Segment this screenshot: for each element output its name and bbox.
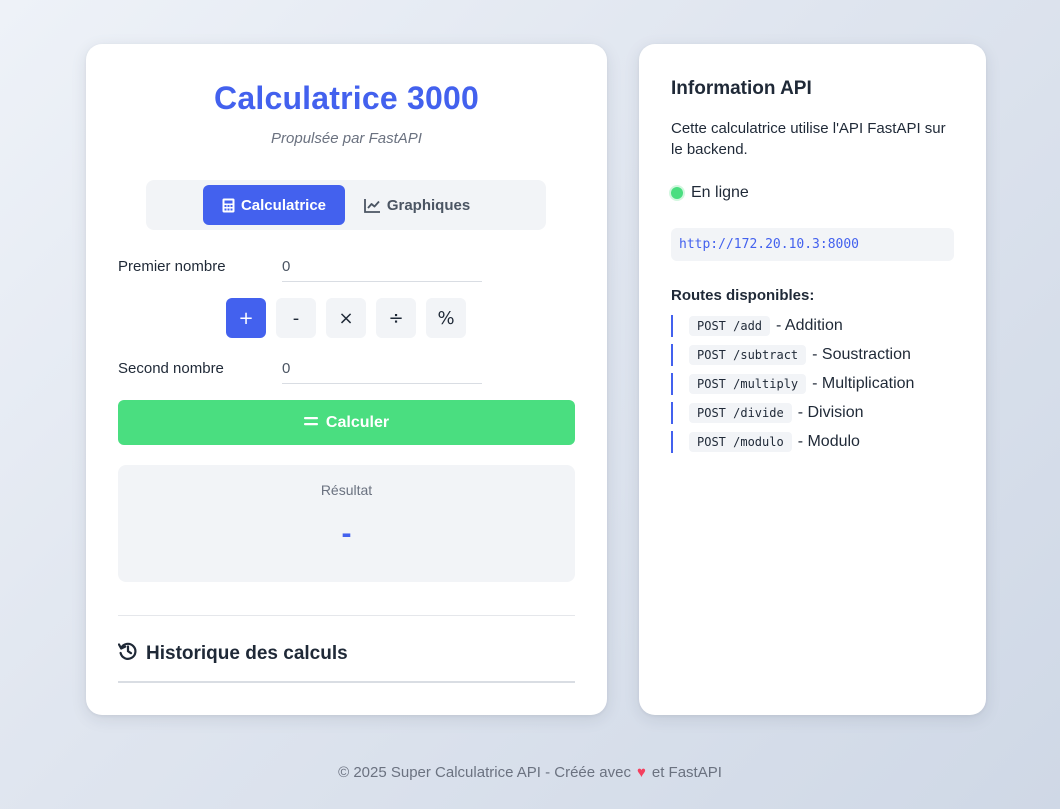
api-info-title: Information API: [671, 78, 812, 99]
route-item: POST /divide - Division: [671, 402, 864, 424]
route-endpoint: POST /add: [689, 316, 771, 336]
api-status-label: En ligne: [691, 184, 749, 201]
route-description: - Multiplication: [812, 375, 915, 392]
route-description: - Soustraction: [812, 346, 911, 363]
second-number-input[interactable]: [282, 354, 482, 384]
route-item: POST /add - Addition: [671, 315, 843, 337]
route-endpoint: POST /divide: [689, 403, 792, 423]
heart-icon: ♥: [636, 764, 646, 781]
route-description: - Division: [797, 404, 864, 421]
footer: © 2025 Super Calculatrice API - Créée av…: [0, 764, 1060, 781]
history-title: Historique des calculs: [146, 643, 348, 664]
result-value: -: [341, 517, 352, 550]
api-url: http://172.20.10.3:8000: [671, 228, 954, 261]
tab-calculator[interactable]: Calculatrice: [203, 185, 345, 225]
second-number-label: Second nombre: [118, 360, 224, 377]
history-heading: Historique des calculs: [117, 641, 348, 667]
routes-title: Routes disponibles:: [671, 287, 815, 304]
tab-charts[interactable]: Graphiques: [351, 185, 483, 225]
route-endpoint: POST /modulo: [689, 432, 792, 452]
calculate-button[interactable]: Calculer: [118, 400, 575, 445]
operator-multiply-button[interactable]: ×: [326, 298, 366, 338]
route-item: POST /modulo - Modulo: [671, 431, 860, 453]
app-title: Calculatrice 3000: [214, 80, 479, 116]
history-divider: [118, 681, 575, 683]
equals-icon: [303, 414, 318, 432]
result-panel: Résultat -: [118, 465, 575, 582]
route-description: - Addition: [776, 317, 843, 334]
app-subtitle: Propulsée par FastAPI: [271, 130, 422, 147]
route-item: POST /multiply - Multiplication: [671, 373, 914, 395]
result-label: Résultat: [320, 482, 373, 498]
chart-line-icon: [363, 198, 381, 213]
api-info-description: Cette calculatrice utilise l'API FastAPI…: [671, 120, 946, 158]
route-item: POST /subtract - Soustraction: [671, 344, 911, 366]
tab-calculator-label: Calculatrice: [240, 196, 327, 214]
route-description: - Modulo: [797, 433, 860, 450]
divider: [118, 615, 575, 616]
api-status: En ligne: [671, 184, 749, 202]
footer-text: © 2025 Super Calculatrice API - Créée av…: [338, 764, 631, 781]
mode-tabs: Calculatrice Graphiques: [146, 180, 546, 230]
route-endpoint: POST /subtract: [689, 345, 807, 365]
operator-subtract-button[interactable]: -: [276, 298, 316, 338]
footer-text-end: et FastAPI: [651, 764, 722, 781]
first-number-input[interactable]: [282, 252, 482, 282]
first-number-label: Premier nombre: [118, 258, 226, 275]
calculator-icon: [222, 198, 235, 213]
tab-charts-label: Graphiques: [386, 196, 471, 214]
calculate-button-label: Calculer: [325, 413, 390, 431]
status-online-icon: [671, 187, 683, 199]
operator-add-button[interactable]: +: [226, 298, 266, 338]
route-endpoint: POST /multiply: [689, 374, 807, 394]
operator-modulo-button[interactable]: %: [426, 298, 466, 338]
history-icon: [117, 641, 138, 667]
operator-divide-button[interactable]: ÷: [376, 298, 416, 338]
